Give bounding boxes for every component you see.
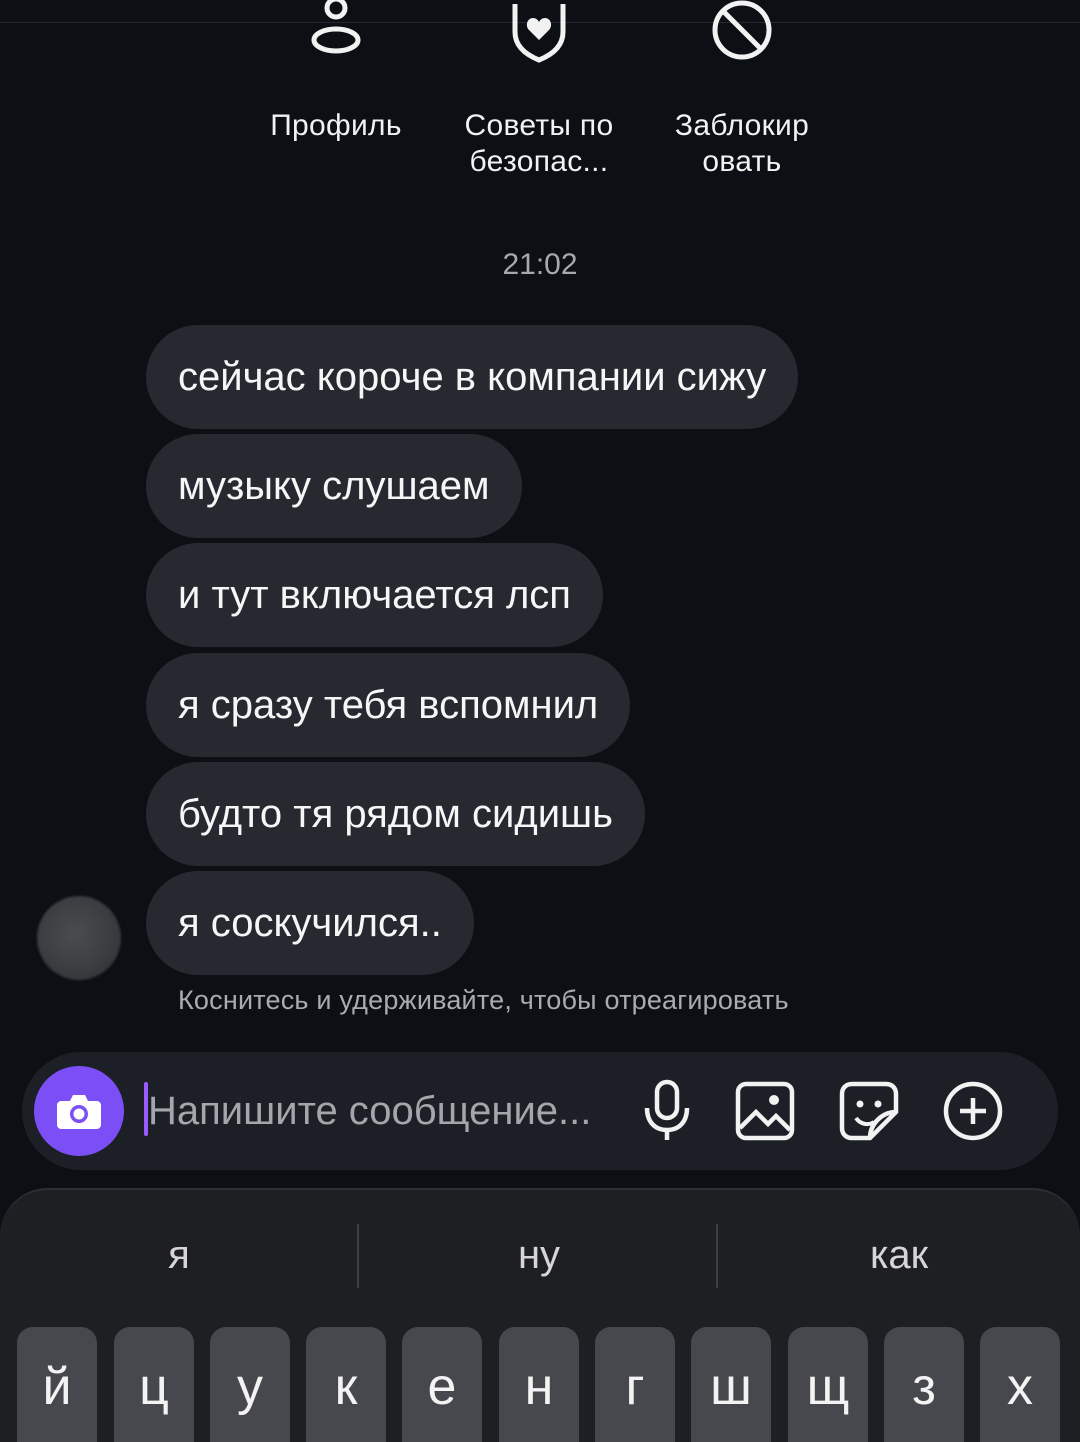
key[interactable]: й — [17, 1327, 97, 1442]
microphone-icon — [644, 1079, 690, 1140]
keyboard: я ну как й ц у к е н г ш щ з х — [0, 1188, 1080, 1442]
plus-circle-icon — [943, 1081, 1003, 1141]
message-bubble[interactable]: и тут включается лсп — [146, 543, 603, 647]
microphone-button[interactable] — [632, 1076, 702, 1146]
suggestion-divider — [716, 1224, 718, 1288]
key[interactable]: е — [402, 1327, 482, 1442]
message-input[interactable] — [148, 1078, 628, 1144]
suggestion[interactable]: как — [720, 1220, 1078, 1290]
more-button[interactable] — [938, 1076, 1008, 1146]
key[interactable]: х — [980, 1327, 1060, 1442]
camera-button[interactable] — [34, 1066, 124, 1156]
reaction-hint: Коснитесь и удерживайте, чтобы отреагиро… — [178, 985, 789, 1015]
message-bubble[interactable]: я сразу тебя вспомнил — [146, 653, 631, 757]
message-composer — [22, 1052, 1058, 1170]
key[interactable]: н — [499, 1327, 579, 1442]
message-timestamp: 21:02 — [502, 248, 578, 281]
camera-icon — [57, 1095, 101, 1129]
suggestion[interactable]: я — [0, 1220, 358, 1290]
key[interactable]: ш — [691, 1327, 771, 1442]
gallery-button[interactable] — [730, 1076, 800, 1146]
sticker-button[interactable] — [834, 1076, 904, 1146]
sticker-icon — [839, 1081, 899, 1141]
block-icon — [712, 0, 772, 60]
key[interactable]: щ — [788, 1327, 868, 1442]
suggestion-divider — [357, 1224, 359, 1288]
message-bubble[interactable]: я соскучился.. — [146, 871, 474, 975]
key[interactable]: ц — [114, 1327, 194, 1442]
gallery-icon — [735, 1081, 795, 1141]
message-bubble[interactable]: будто тя рядом сидишь — [146, 762, 645, 866]
shield-icon — [512, 4, 566, 63]
block-label: Заблокир овать — [674, 109, 810, 178]
message-bubble[interactable]: сейчас короче в компании сижу — [146, 325, 799, 429]
key[interactable]: з — [884, 1327, 964, 1442]
key[interactable]: у — [210, 1327, 290, 1442]
key[interactable]: к — [306, 1327, 386, 1442]
chat-screen: Профиль Советы по безопас... Заблокир ов… — [0, 0, 1080, 1442]
suggestion[interactable]: ну — [360, 1220, 718, 1290]
sender-avatar[interactable] — [37, 896, 121, 980]
key[interactable]: г — [595, 1327, 675, 1442]
safety-tips-label: Советы по безопас... — [464, 109, 614, 178]
person-icon — [311, 0, 361, 54]
message-bubble[interactable]: музыку слушаем — [146, 434, 522, 538]
profile-label: Профиль — [270, 109, 402, 142]
